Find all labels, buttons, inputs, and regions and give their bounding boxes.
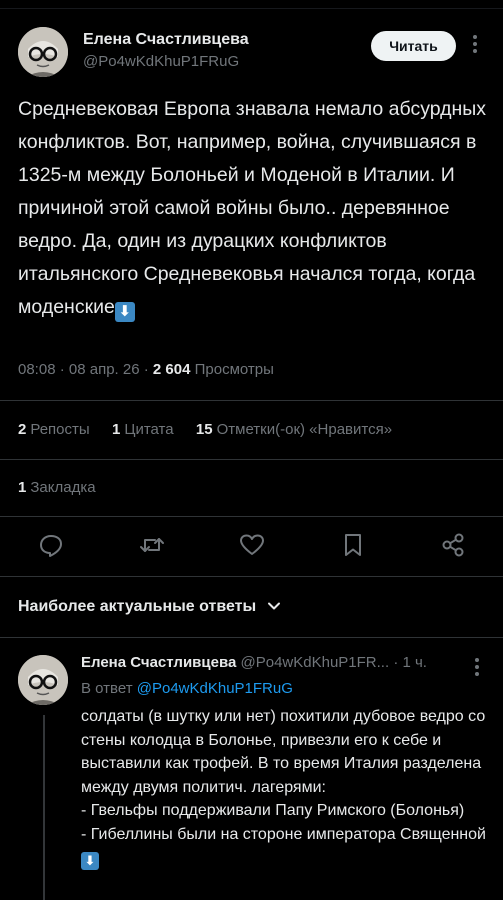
quotes-label: Цитата	[124, 421, 174, 438]
bookmark-stat[interactable]: 1 Закладка	[18, 479, 96, 496]
reply-author-handle[interactable]: @Po4wKdKhuP1FR...	[241, 654, 390, 671]
reply-to-prefix: В ответ	[81, 680, 133, 697]
divider	[0, 400, 503, 401]
tweet-time[interactable]: 08:08	[18, 361, 56, 378]
action-bar	[0, 525, 503, 565]
bookmark-icon[interactable]	[339, 531, 367, 559]
reply-more-options-icon[interactable]	[474, 655, 480, 679]
down-arrow-emoji-icon: ⬇	[114, 302, 135, 322]
meta-separator: ·	[59, 361, 69, 378]
likes-label: Отметки(-ок) «Нравится»	[216, 421, 393, 438]
avatar-image	[18, 27, 68, 77]
reply-to-line: В ответ @Po4wKdKhuP1FRuG	[81, 680, 293, 697]
divider	[0, 459, 503, 460]
divider	[0, 637, 503, 638]
reposts-stat[interactable]: 2 Репосты	[18, 421, 90, 438]
thread-connector	[43, 715, 45, 900]
reply-text-content: солдаты (в шутку или нет) похитили дубов…	[81, 708, 486, 843]
tweet-text-content: Средневековая Европа знавала немало абсу…	[18, 98, 487, 318]
tweet-text: Средневековая Европа знавала немало абсу…	[18, 93, 493, 324]
share-icon[interactable]	[439, 531, 467, 559]
reply-author-name[interactable]: Елена Счастливцева	[81, 654, 236, 671]
more-options-icon[interactable]	[472, 32, 478, 56]
like-icon[interactable]	[238, 531, 266, 559]
quotes-count: 1	[112, 421, 121, 438]
tweet-date[interactable]: 08 апр. 26	[69, 361, 140, 378]
read-button[interactable]: Читать	[371, 31, 456, 61]
quotes-stat[interactable]: 1 Цитата	[112, 421, 174, 438]
replies-sort-dropdown[interactable]: Наиболее актуальные ответы	[18, 598, 281, 616]
reposts-label: Репосты	[30, 421, 90, 438]
down-arrow-emoji-icon: ⬇	[81, 852, 99, 870]
reply-icon[interactable]	[37, 531, 65, 559]
views-label: Просмотры	[194, 361, 274, 378]
chevron-down-icon	[267, 602, 280, 610]
divider	[0, 576, 503, 577]
avatar[interactable]	[18, 27, 68, 77]
views-count: 2 604	[152, 361, 191, 378]
tweet-meta: 08:08 · 08 апр. 26 · 2 604 Просмотры	[18, 361, 274, 378]
meta-separator: ·	[143, 361, 153, 378]
author-handle[interactable]: @Po4wKdKhuP1FRuG	[83, 53, 239, 70]
reply-to-mention[interactable]: @Po4wKdKhuP1FRuG	[137, 680, 293, 697]
reply-header: Елена Счастливцева @Po4wKdKhuP1FR... · 1…	[81, 654, 461, 671]
reposts-count: 2	[18, 421, 27, 438]
top-divider	[0, 0, 503, 9]
bookmarks-label: Закладка	[30, 479, 96, 496]
avatar-image	[18, 655, 68, 705]
reply-text: солдаты (в шутку или нет) похитили дубов…	[81, 705, 501, 870]
reply-time[interactable]: · 1 ч.	[393, 654, 427, 671]
bookmarks-count: 1	[18, 479, 27, 496]
author-name[interactable]: Елена Счастливцева	[83, 31, 249, 49]
replies-sort-label: Наиболее актуальные ответы	[18, 598, 257, 615]
reply-avatar[interactable]	[18, 655, 68, 705]
engagement-stats: 2 Репосты 1 Цитата 15 Отметки(-ок) «Нравитс…	[18, 421, 392, 438]
divider	[0, 516, 503, 517]
retweet-icon[interactable]	[138, 531, 166, 559]
likes-stat[interactable]: 15 Отметки(-ок) «Нравится»	[196, 421, 392, 438]
likes-count: 15	[195, 421, 213, 438]
